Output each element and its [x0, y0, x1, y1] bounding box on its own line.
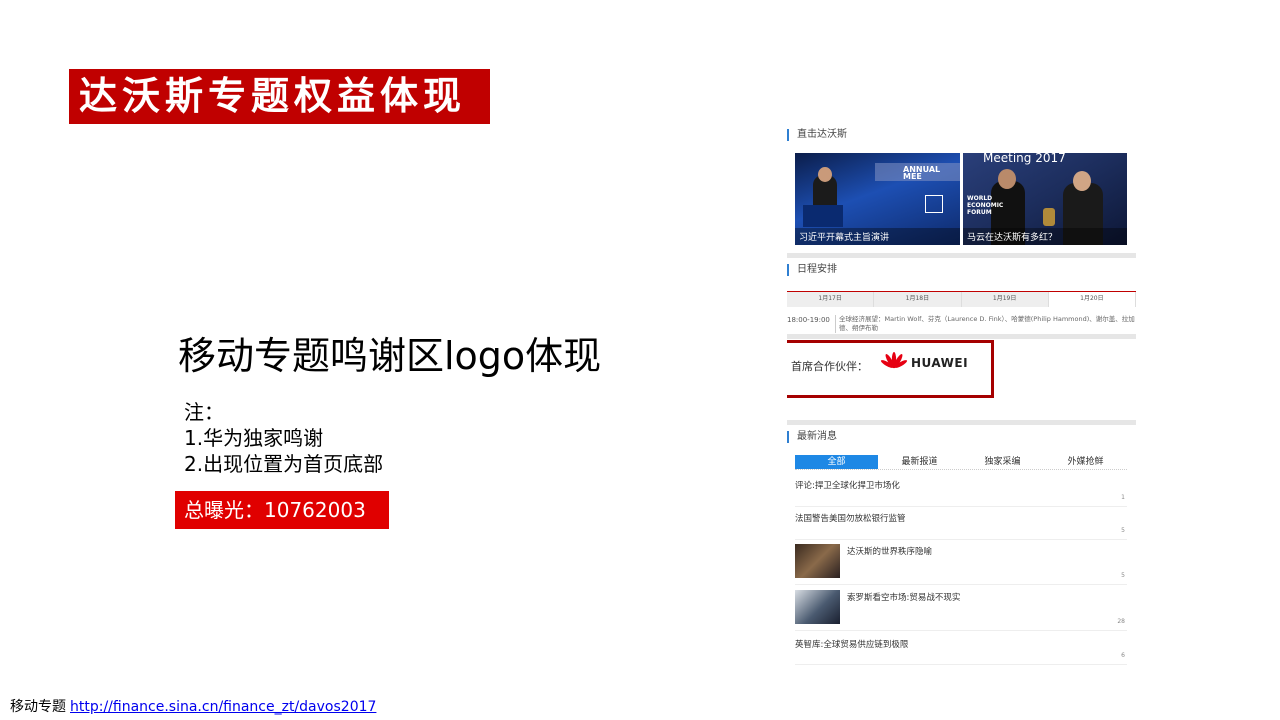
slide-title: 达沃斯专题权益体现 [69, 69, 490, 124]
note-item: 1.华为独家鸣谢 [184, 426, 324, 450]
news-title: 评论:捍卫全球化捍卫市场化 [795, 481, 900, 491]
footer: 移动专题 http://finance.sina.cn/finance_zt/da… [10, 696, 376, 716]
news-item[interactable]: 法国警告美国勿放松银行监管 5 [795, 507, 1127, 540]
photo-card[interactable]: ANNUAL MEE 习近平开幕式主旨演讲 [795, 153, 960, 245]
news-item[interactable]: 索罗斯看空市场:贸易战不现实 28 [795, 586, 1127, 631]
news-thumbnail [795, 544, 840, 578]
trophy [1043, 208, 1055, 226]
news-title: 索罗斯看空市场:贸易战不现实 [847, 593, 961, 603]
date-tabs: 1月17日 1月18日 1月19日 1月20日 [787, 291, 1136, 307]
date-tab[interactable]: 1月18日 [874, 292, 962, 307]
note-title: 注： [184, 400, 224, 424]
wef-tile [925, 195, 943, 213]
comment-count: 28 [1117, 618, 1125, 625]
photo-caption: 马云在达沃斯有多红？ [963, 228, 1127, 245]
news-item[interactable]: 评论:捍卫全球化捍卫市场化 1 [795, 474, 1127, 507]
partner-label: 首席合作伙伴： [791, 360, 868, 373]
person-left-head [998, 169, 1016, 189]
comment-count: 1 [1121, 494, 1125, 501]
huawei-logo-icon [880, 352, 908, 369]
section-news-title: 最新消息 [787, 431, 837, 443]
divider [787, 253, 1136, 258]
comment-count: 6 [1121, 652, 1125, 659]
schedule-time: 18:00-19:00 [787, 316, 830, 324]
news-title: 法国警告美国勿放松银行监管 [795, 514, 906, 524]
news-item[interactable]: 英智库:全球贸易供应链到极限 6 [795, 632, 1127, 665]
news-tab-active[interactable]: 全部 [795, 455, 878, 469]
person-right-head [1073, 171, 1091, 191]
podium [803, 205, 843, 227]
comment-count: 5 [1121, 527, 1125, 534]
news-tab[interactable]: 外媒抢鲜 [1044, 455, 1127, 469]
mobile-page-screenshot: 直击达沃斯 ANNUAL MEE 习近平开幕式主旨演讲 Meeting 2017… [787, 122, 1136, 667]
date-tab[interactable]: 1月17日 [787, 292, 875, 307]
footer-link[interactable]: http://finance.sina.cn/finance_zt/davos2… [70, 699, 376, 715]
comment-count: 5 [1121, 572, 1125, 579]
headline: 移动专题鸣谢区logo体现 [178, 334, 602, 378]
divider [787, 334, 1136, 339]
section-live-title: 直击达沃斯 [787, 129, 847, 141]
footer-label: 移动专题 [10, 699, 66, 715]
date-tab[interactable]: 1月19日 [961, 292, 1049, 307]
photo-card[interactable]: Meeting 2017 WORLD ECONOMIC FORUM 马云在达沃斯… [963, 153, 1127, 245]
news-item[interactable]: 达沃斯的世界秩序隐喻 5 [795, 540, 1127, 585]
news-thumbnail [795, 590, 840, 624]
section-schedule-title: 日程安排 [787, 264, 837, 276]
news-tab[interactable]: 最新报道 [878, 455, 961, 469]
schedule-detail: 全球经济展望：Martin Wolf、芬克（Laurence D. Fink）、… [835, 315, 1136, 333]
partner-name: HUAWEI [911, 356, 969, 370]
speaker-head [818, 167, 832, 182]
news-tabs: 全部 最新报道 独家采编 外媒抢鲜 [795, 455, 1127, 470]
photo-caption: 习近平开幕式主旨演讲 [795, 228, 960, 245]
news-title: 达沃斯的世界秩序隐喻 [847, 547, 933, 557]
stage-text: ANNUAL MEE [903, 165, 941, 181]
note-item: 2.出现位置为首页底部 [184, 452, 384, 476]
exposure-badge: 总曝光：10762003 [175, 491, 389, 529]
divider [787, 420, 1136, 425]
date-tab-active[interactable]: 1月20日 [1048, 292, 1136, 307]
news-tab[interactable]: 独家采编 [961, 455, 1044, 469]
stage-text: Meeting 2017 [983, 153, 1066, 165]
news-title: 英智库:全球贸易供应链到极限 [795, 640, 909, 650]
wef-text: WORLD ECONOMIC FORUM [967, 195, 1004, 216]
